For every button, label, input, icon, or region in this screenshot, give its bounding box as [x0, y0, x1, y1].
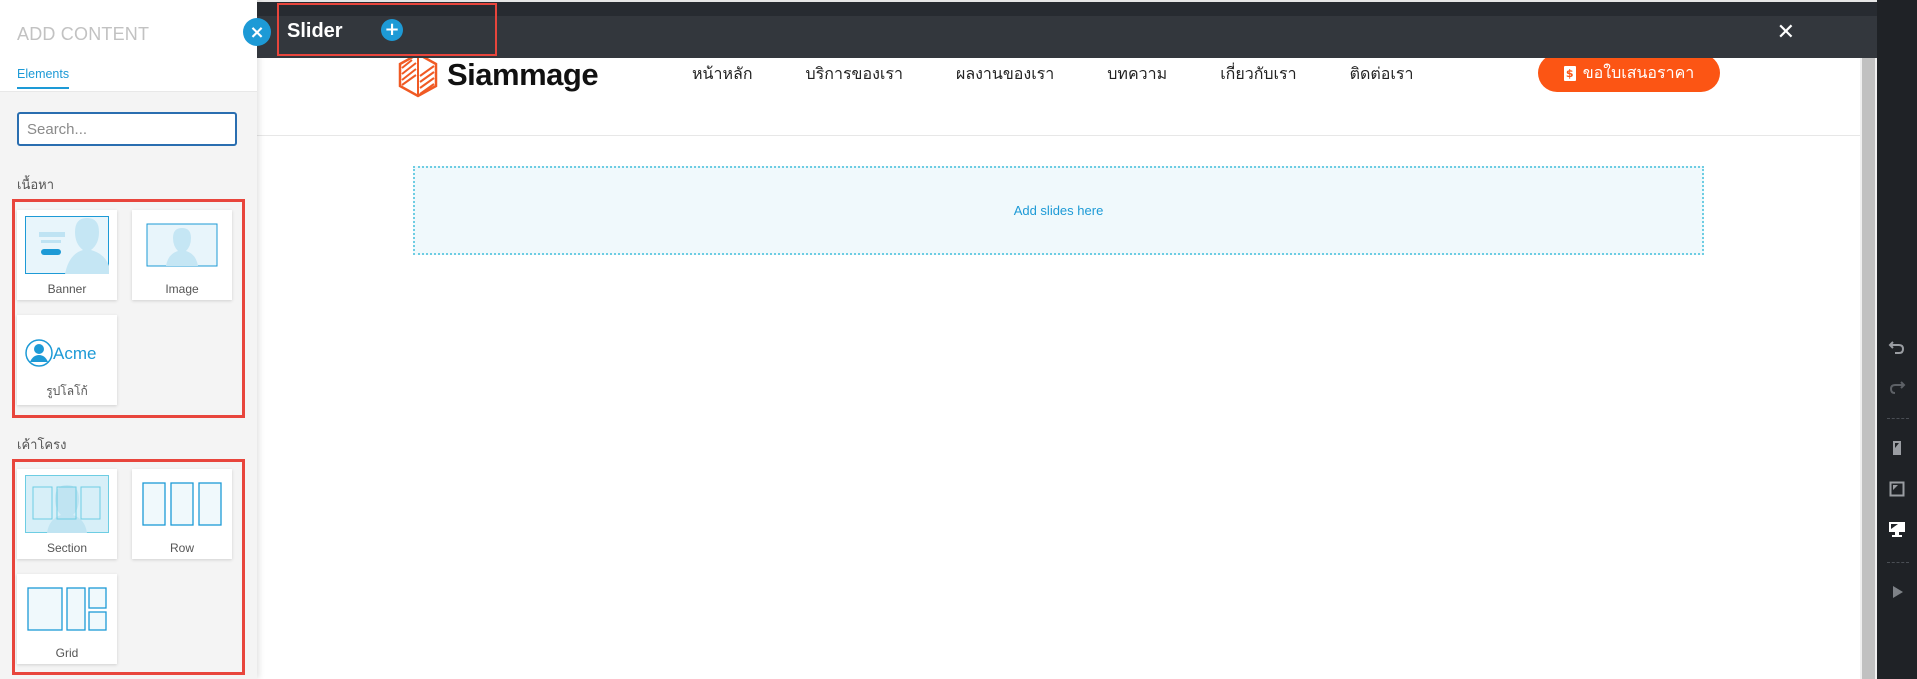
site-nav: หน้าหลัก บริการของเรา ผลงานของเรา บทความ…	[692, 62, 1466, 87]
nav-item-about[interactable]: เกี่ยวกับเรา	[1220, 62, 1296, 87]
tile-label: Banner	[47, 282, 87, 296]
toolbar-divider	[1887, 418, 1909, 419]
request-quote-label: ขอใบเสนอราคา	[1582, 62, 1695, 82]
mobile-view-icon	[1893, 441, 1901, 455]
sidebar-title: ADD CONTENT	[17, 24, 150, 44]
add-content-sidebar: ADD CONTENT Elements เนื้อหา Banner Imag…	[0, 0, 257, 679]
editor-header-top	[257, 2, 1877, 16]
close-icon: ✕	[1776, 20, 1795, 45]
redo-button[interactable]	[1877, 373, 1917, 401]
dollar-document-icon: $	[1563, 65, 1576, 81]
group-label-layout: เค้าโครง	[17, 438, 67, 453]
row-thumbnail-icon	[142, 482, 222, 526]
scrollbar-thumb[interactable]	[1862, 58, 1875, 679]
element-tile-banner[interactable]: Banner	[17, 210, 117, 300]
tile-label: Grid	[55, 646, 79, 660]
preview-play-icon	[1893, 586, 1903, 598]
tile-label: Image	[165, 282, 199, 296]
slider-dropzone[interactable]: Add slides here	[413, 166, 1704, 255]
sidebar-header: ADD CONTENT Elements	[0, 0, 257, 92]
request-quote-button[interactable]: $ ขอใบเสนอราคา	[1538, 54, 1720, 92]
tile-label: รูปโลโก้	[46, 384, 88, 398]
tablet-view-button[interactable]	[1877, 475, 1917, 503]
page-preview: Siammage หน้าหลัก บริการของเรา ผลงานของเ…	[257, 52, 1862, 679]
logo-thumbnail-icon: Acme	[25, 339, 96, 367]
nav-item-contact[interactable]: ติดต่อเรา	[1350, 62, 1414, 87]
preview-scrollbar[interactable]	[1860, 58, 1877, 679]
redo-icon	[1889, 381, 1906, 394]
grid-thumbnail-icon	[27, 587, 107, 631]
banner-thumbnail-icon	[25, 216, 109, 274]
close-icon: ×	[249, 21, 265, 43]
toolbar-divider	[1887, 562, 1909, 563]
site-logo[interactable]: Siammage	[397, 52, 599, 98]
editor-header: Slider + ✕	[257, 16, 1877, 58]
group-label-content: เนื้อหา	[17, 178, 55, 193]
desktop-view-button[interactable]	[1877, 515, 1917, 543]
nav-item-articles[interactable]: บทความ	[1107, 62, 1167, 87]
right-toolbar	[1877, 0, 1917, 679]
image-thumbnail-icon	[146, 223, 218, 267]
slider-placeholder-text: Add slides here	[1013, 203, 1104, 218]
tile-label: Row	[169, 541, 194, 555]
element-tile-grid[interactable]: Grid	[17, 574, 117, 664]
section-thumbnail-icon	[25, 475, 109, 533]
desktop-view-icon	[1889, 522, 1905, 537]
undo-icon	[1888, 341, 1905, 354]
siammage-logo-icon	[398, 52, 438, 98]
preview-play-button[interactable]	[1877, 578, 1917, 606]
close-editor-button[interactable]: ✕	[1777, 20, 1795, 45]
site-header: Siammage หน้าหลัก บริการของเรา ผลงานของเ…	[257, 52, 1862, 136]
element-tile-row[interactable]: Row	[132, 469, 232, 559]
logo-thumb-text: Acme	[53, 344, 96, 363]
nav-item-services[interactable]: บริการของเรา	[806, 62, 903, 87]
nav-item-portfolio[interactable]: ผลงานของเรา	[956, 62, 1054, 87]
logo-text: Siammage	[447, 57, 599, 92]
tablet-view-icon	[1889, 481, 1905, 497]
nav-item-home[interactable]: หน้าหลัก	[692, 62, 753, 87]
element-tile-logo[interactable]: Acme รูปโลโก้	[17, 315, 117, 405]
search-input[interactable]	[17, 112, 237, 146]
element-tile-image[interactable]: Image	[132, 210, 232, 300]
undo-button[interactable]	[1877, 333, 1917, 361]
title-highlight-box	[277, 3, 497, 56]
close-sidebar-button[interactable]: ×	[243, 18, 271, 46]
element-tile-section[interactable]: Section	[17, 469, 117, 559]
tab-elements[interactable]: Elements	[17, 67, 70, 89]
tile-label: Section	[46, 541, 88, 555]
mobile-view-button[interactable]	[1877, 434, 1917, 462]
